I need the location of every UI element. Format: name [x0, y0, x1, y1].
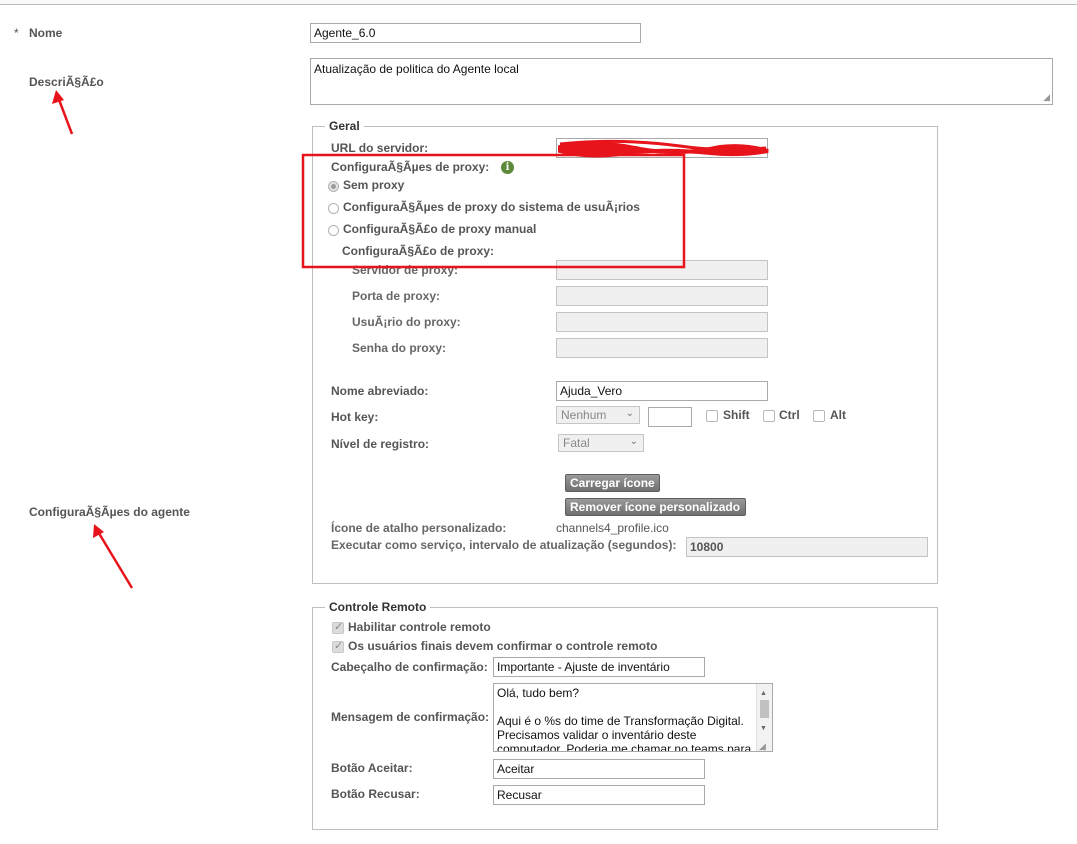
annotation-box: [301, 153, 686, 269]
arrow-head-icon: [52, 90, 64, 104]
annotation-arrow: [95, 529, 134, 589]
annotation-overlay: [52, 90, 769, 589]
arrow-head-icon: [93, 524, 104, 538]
annotation-arrow: [56, 96, 74, 135]
